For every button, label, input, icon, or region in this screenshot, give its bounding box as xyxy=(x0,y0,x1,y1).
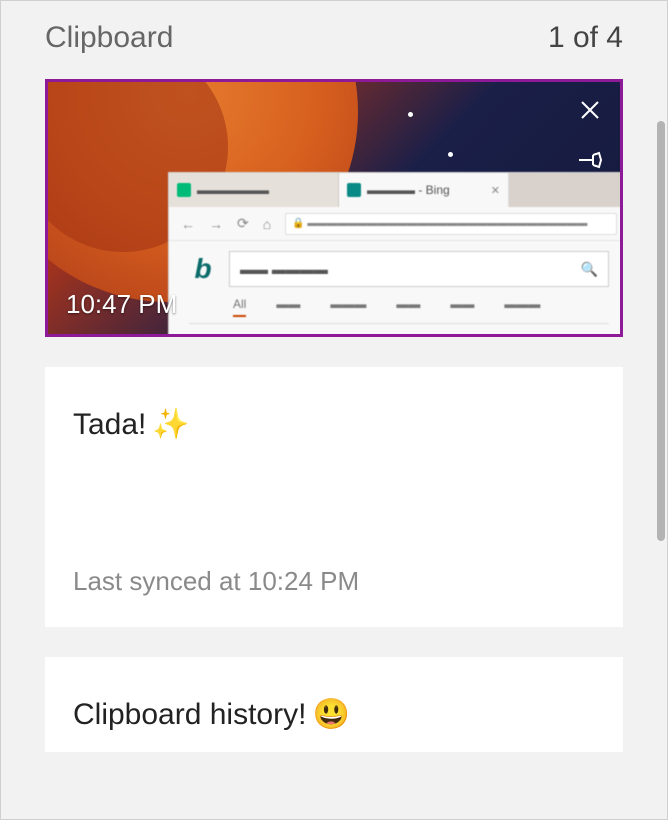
page-content: b ▬▬ ▬▬▬▬ 🔍 All▬▬▬▬▬▬▬▬▬▬▬▬ xyxy=(169,241,620,334)
clipboard-item-list[interactable]: ▬▬▬▬▬▬ ▬▬▬▬ - Bing ✕ ← → ⟳ ⌂ 🔒 ▬▬▬▬ xyxy=(1,79,667,819)
search-nav: All▬▬▬▬▬▬▬▬▬▬▬▬ xyxy=(189,297,609,324)
tab-label: ▬▬▬▬▬▬ xyxy=(197,183,269,197)
panel-header: Clipboard 1 of 4 xyxy=(1,1,667,79)
panel-title: Clipboard xyxy=(45,21,173,55)
clipboard-panel: Clipboard 1 of 4 ▬▬▬▬▬▬ xyxy=(0,0,668,820)
screenshot-thumbnail: ▬▬▬▬▬▬ ▬▬▬▬ - Bing ✕ ← → ⟳ ⌂ 🔒 ▬▬▬▬ xyxy=(48,82,620,334)
pin-button[interactable] xyxy=(576,146,604,174)
tab-favicon-icon xyxy=(177,183,191,197)
tab-close-icon: ✕ xyxy=(491,184,500,197)
refresh-icon: ⟳ xyxy=(237,215,249,232)
sync-status: Last synced at 10:24 PM xyxy=(73,566,595,597)
clipboard-item-text[interactable]: Tada! ✨ Last synced at 10:24 PM xyxy=(45,367,623,627)
tab-favicon-icon xyxy=(347,183,361,197)
browser-tab-active: ▬▬▬▬ - Bing ✕ xyxy=(339,173,509,207)
browser-window: ▬▬▬▬▬▬ ▬▬▬▬ - Bing ✕ ← → ⟳ ⌂ 🔒 ▬▬▬▬ xyxy=(168,172,620,334)
home-icon: ⌂ xyxy=(263,216,271,232)
text-value: Clipboard history! xyxy=(73,698,306,732)
browser-addressbar: ← → ⟳ ⌂ 🔒 ▬▬▬▬▬▬▬▬▬▬▬▬▬▬▬▬▬▬▬▬▬▬▬▬▬▬▬▬ xyxy=(169,207,620,241)
browser-tab: ▬▬▬▬▬▬ xyxy=(169,173,339,207)
search-icon: 🔍 xyxy=(581,261,598,278)
text-value: Tada! xyxy=(73,408,146,442)
smiley-icon: 😃 xyxy=(312,697,349,732)
close-icon xyxy=(579,99,601,121)
clipboard-item-text[interactable]: Clipboard history! 😃 xyxy=(45,657,623,752)
bing-logo-icon: b xyxy=(189,253,217,285)
delete-button[interactable] xyxy=(576,96,604,124)
scrollbar-thumb[interactable] xyxy=(657,121,665,541)
browser-tabstrip: ▬▬▬▬▬▬ ▬▬▬▬ - Bing ✕ xyxy=(169,173,620,207)
clipboard-text-content: Clipboard history! 😃 xyxy=(73,697,595,732)
sparkle-icon: ✨ xyxy=(152,407,189,442)
tab-label: ▬▬▬▬ - Bing xyxy=(367,183,450,197)
url-field: 🔒 ▬▬▬▬▬▬▬▬▬▬▬▬▬▬▬▬▬▬▬▬▬▬▬▬▬▬▬▬ xyxy=(285,213,617,235)
clipboard-text-content: Tada! ✨ xyxy=(73,407,595,442)
clipboard-item-screenshot[interactable]: ▬▬▬▬▬▬ ▬▬▬▬ - Bing ✕ ← → ⟳ ⌂ 🔒 ▬▬▬▬ xyxy=(45,79,623,337)
back-icon: ← xyxy=(181,216,195,232)
search-box: ▬▬ ▬▬▬▬ 🔍 xyxy=(229,251,609,287)
star-icon xyxy=(408,112,413,117)
item-timestamp: 10:47 PM xyxy=(66,289,177,320)
item-controls xyxy=(576,96,604,174)
forward-icon: → xyxy=(209,216,223,232)
star-icon xyxy=(448,152,453,157)
item-position: 1 of 4 xyxy=(548,21,623,55)
pin-icon xyxy=(577,151,603,169)
